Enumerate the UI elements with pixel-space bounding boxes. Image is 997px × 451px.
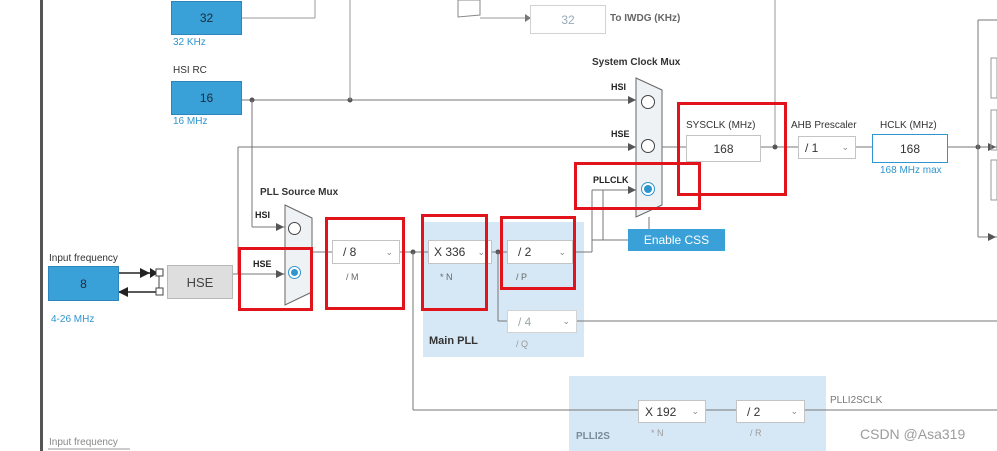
highlight-pll-p: [500, 216, 576, 290]
plli2s-n-label: * N: [651, 428, 664, 438]
lse-note: 32 KHz: [173, 37, 206, 48]
ahb-prescaler-select[interactable]: / 1 ⌄: [798, 136, 856, 159]
hsi-rc-label: HSI RC: [173, 65, 207, 76]
hsi-note: 16 MHz: [173, 116, 208, 127]
clock-wiring: [40, 0, 997, 451]
chevron-down-icon: ⌄: [841, 142, 849, 152]
plli2s-r-value: / 2: [747, 404, 761, 419]
lse-value: 32: [199, 11, 214, 25]
lse-value-box[interactable]: 32: [171, 1, 242, 35]
input-frequency-range: 4-26 MHz: [51, 314, 95, 325]
sys-mux-hsi-radio[interactable]: [641, 95, 655, 109]
hclk-value-box[interactable]: 168: [872, 134, 948, 163]
main-pll-title: Main PLL: [429, 335, 478, 347]
highlight-pll-m: [325, 217, 405, 310]
pll-q-label: / Q: [516, 339, 529, 349]
system-clock-mux-title: System Clock Mux: [592, 57, 681, 68]
plli2s-n-multiplier-select[interactable]: X 192 ⌄: [638, 400, 706, 423]
highlight-pll-n: [421, 214, 488, 311]
hsi-value: 16: [199, 91, 214, 105]
pll-q-value: / 4: [518, 314, 532, 329]
hclk-label: HCLK (MHz): [880, 120, 937, 131]
iwdg-output: 32: [530, 5, 606, 34]
enable-css-button[interactable]: Enable CSS: [628, 229, 725, 251]
input-frequency-label: Input frequency: [49, 253, 118, 264]
plli2sclk-label: PLLI2SCLK: [830, 395, 883, 406]
hclk-value: 168: [899, 141, 921, 156]
pll-q-divider-select[interactable]: / 4 ⌄: [507, 310, 577, 333]
highlight-pll-source-hse: [238, 247, 313, 311]
ahb-prescaler-label: AHB Prescaler: [791, 120, 857, 131]
input-frequency-label-bottom: Input frequency: [49, 437, 118, 448]
chevron-down-icon: ⌄: [562, 316, 570, 326]
iwdg-value: 32: [561, 12, 575, 27]
plli2s-title: PLLI2S: [576, 431, 610, 442]
hclk-note: 168 MHz max: [880, 165, 942, 176]
frame-bar-left: [40, 0, 43, 451]
plli2s-r-divider-select[interactable]: / 2 ⌄: [736, 400, 805, 423]
highlight-sysclk: [677, 102, 787, 196]
sys-mux-hsi-label: HSI: [611, 82, 627, 92]
sys-mux-hse-radio[interactable]: [641, 139, 655, 153]
pll-mux-hsi-radio[interactable]: [288, 222, 301, 235]
input-frequency-box[interactable]: 8: [48, 266, 119, 301]
chevron-down-icon: ⌄: [790, 406, 798, 416]
chevron-down-icon: ⌄: [691, 406, 699, 416]
hse-block-label: HSE: [186, 274, 214, 290]
pll-source-mux-title: PLL Source Mux: [260, 187, 339, 198]
sys-mux-hse-label: HSE: [611, 129, 630, 139]
hsi-value-box[interactable]: 16: [171, 81, 242, 115]
input-frequency-value: 8: [80, 276, 87, 291]
plli2s-r-label: / R: [750, 428, 762, 438]
hse-block[interactable]: HSE: [167, 265, 233, 299]
pll-mux-hsi-label: HSI: [255, 210, 271, 220]
plli2s-n-value: X 192: [645, 404, 677, 419]
iwdg-label: To IWDG (KHz): [610, 13, 681, 24]
ahb-prescaler-value: / 1: [805, 140, 819, 155]
watermark: CSDN @Asa319: [860, 426, 966, 442]
